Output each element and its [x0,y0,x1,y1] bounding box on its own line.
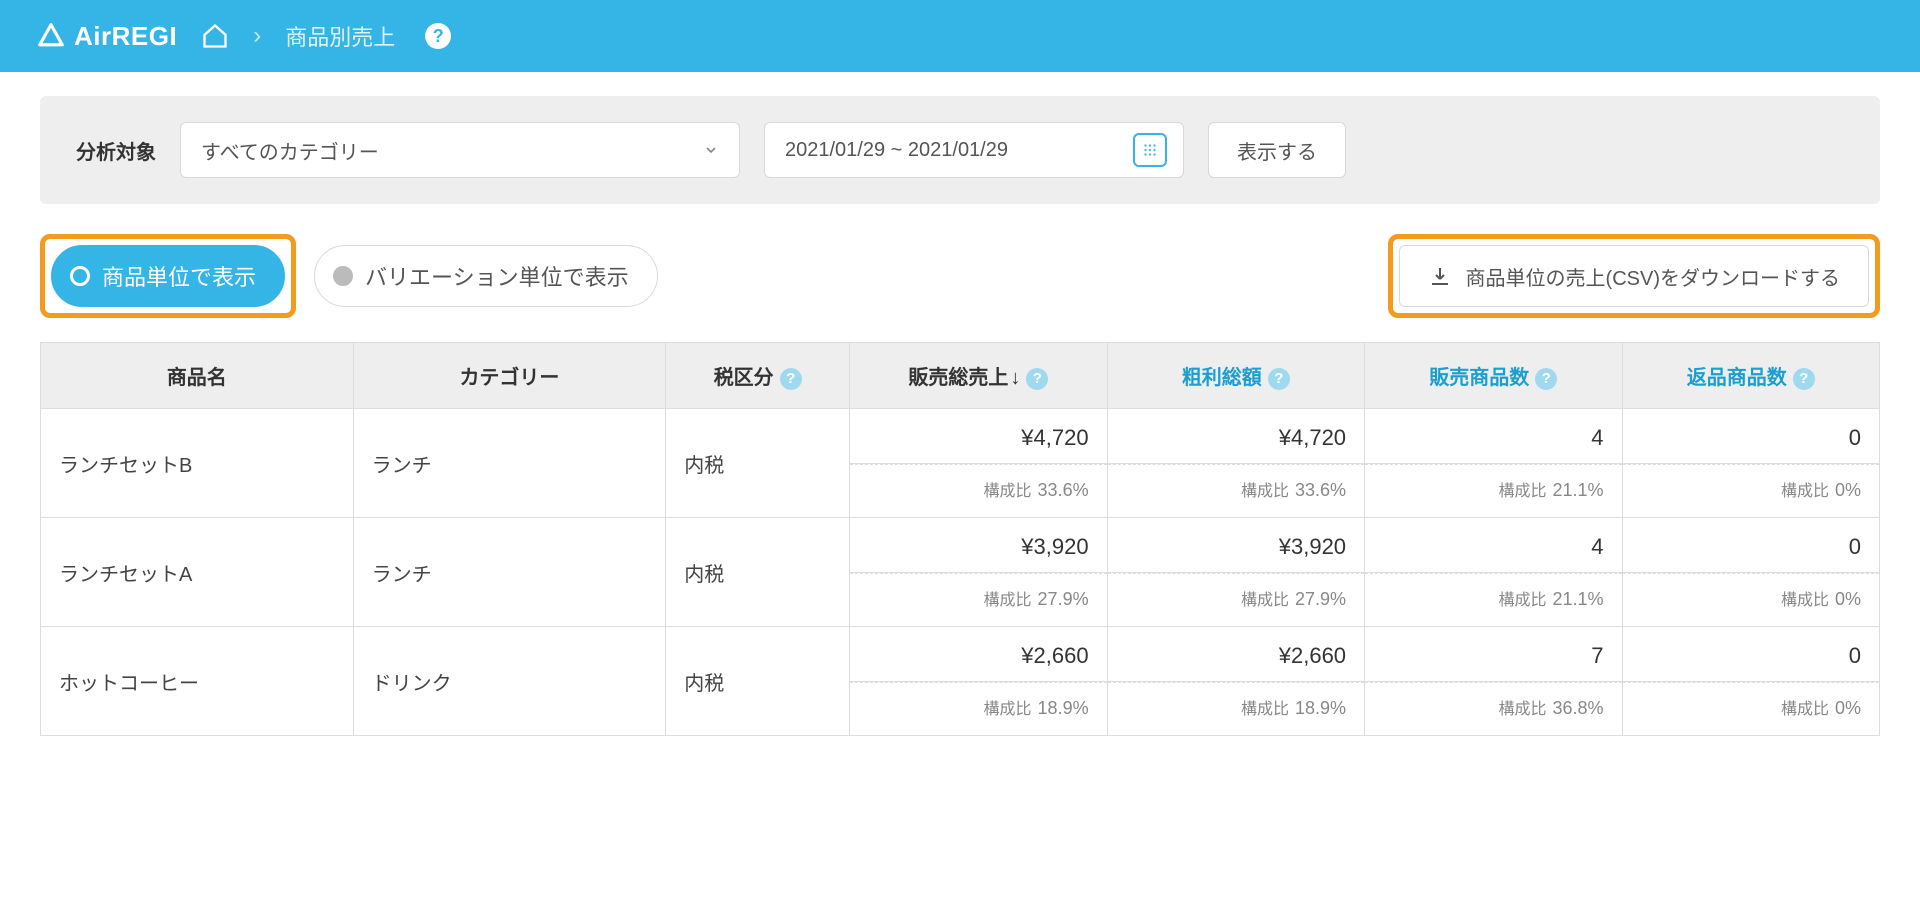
cell-profit: ¥2,660 [1108,627,1364,681]
cell-sales-ratio: 構成比33.6% [850,464,1106,517]
filter-bar: 分析対象 すべてのカテゴリー 2021/01/29 ~ 2021/01/29 表… [40,96,1880,204]
help-icon[interactable]: ? [1268,368,1290,390]
cell-tax: 内税 [666,409,850,518]
cell-sales-ratio: 構成比27.9% [850,573,1106,626]
help-icon[interactable]: ? [1793,368,1815,390]
cell-return-qty: 0 [1623,518,1880,572]
cell-sales-ratio: 構成比18.9% [850,682,1106,735]
toolbar: 商品単位で表示 バリエーション単位で表示 商品単位の売上(CSV)をダウンロード… [40,234,1880,318]
download-csv-button[interactable]: 商品単位の売上(CSV)をダウンロードする [1399,245,1869,307]
toggle-product-unit[interactable]: 商品単位で表示 [51,245,285,307]
sort-desc-icon: ↓ [1010,367,1020,389]
th-profit[interactable]: 粗利総額? [1107,343,1364,409]
sales-table: 商品名 カテゴリー 税区分? 販売総売上↓? 粗利総額? 販売商品数? 返品商品… [40,342,1880,736]
table-row: ホットコーヒードリンク内税¥2,660¥2,66070 [41,627,1880,682]
cell-return-qty: 0 [1623,627,1880,681]
cell-sold-ratio: 構成比36.8% [1365,682,1621,735]
help-icon[interactable]: ? [425,23,451,49]
help-icon[interactable]: ? [1535,368,1557,390]
toggle-variation-label: バリエーション単位で表示 [365,260,629,292]
cell-name: ランチセットA [41,518,354,627]
cell-sales: ¥2,660 [850,627,1106,681]
cell-sold-qty: 4 [1365,518,1621,572]
cell-sold-qty: 7 [1365,627,1621,681]
th-category[interactable]: カテゴリー [353,343,666,409]
toggle-product-label: 商品単位で表示 [102,260,256,292]
home-icon[interactable] [201,22,229,50]
date-range-picker[interactable]: 2021/01/29 ~ 2021/01/29 [764,122,1184,178]
filter-label: 分析対象 [76,136,156,165]
cell-profit: ¥4,720 [1108,409,1364,463]
th-sold-qty[interactable]: 販売商品数? [1365,343,1622,409]
logo-text: AirREGI [74,21,177,52]
cell-tax: 内税 [666,627,850,736]
th-return-qty[interactable]: 返品商品数? [1622,343,1880,409]
calendar-icon [1133,133,1167,167]
th-tax[interactable]: 税区分? [666,343,850,409]
cell-category: ランチ [353,409,666,518]
cell-profit-ratio: 構成比33.6% [1108,464,1364,517]
category-value: すべてのカテゴリー [201,136,379,165]
cell-sold-ratio: 構成比21.1% [1365,573,1621,626]
logo-icon [36,21,66,51]
cell-return-ratio: 構成比0% [1623,682,1880,735]
cell-profit: ¥3,920 [1108,518,1364,572]
breadcrumb-current: 商品別売上 [285,20,395,52]
cell-sales: ¥3,920 [850,518,1106,572]
cell-profit-ratio: 構成比27.9% [1108,573,1364,626]
highlight-product-toggle: 商品単位で表示 [40,234,296,318]
show-button[interactable]: 表示する [1208,122,1346,178]
help-icon[interactable]: ? [1026,368,1048,390]
cell-category: ランチ [353,518,666,627]
cell-name: ホットコーヒー [41,627,354,736]
chevron-down-icon [703,142,719,158]
cell-profit-ratio: 構成比18.9% [1108,682,1364,735]
cell-category: ドリンク [353,627,666,736]
date-range-value: 2021/01/29 ~ 2021/01/29 [785,139,1008,162]
download-label: 商品単位の売上(CSV)をダウンロードする [1466,262,1840,291]
cell-sold-qty: 4 [1365,409,1621,463]
app-header: AirREGI › 商品別売上 ? [0,0,1920,72]
cell-return-ratio: 構成比0% [1623,464,1880,517]
th-name[interactable]: 商品名 [41,343,354,409]
download-icon [1428,264,1452,288]
th-sales[interactable]: 販売総売上↓? [850,343,1107,409]
table-row: ランチセットBランチ内税¥4,720¥4,72040 [41,409,1880,464]
cell-return-qty: 0 [1623,409,1880,463]
highlight-download: 商品単位の売上(CSV)をダウンロードする [1388,234,1880,318]
cell-sales: ¥4,720 [850,409,1106,463]
cell-name: ランチセットB [41,409,354,518]
toggle-variation-unit[interactable]: バリエーション単位で表示 [314,245,658,307]
cell-tax: 内税 [666,518,850,627]
radio-icon [333,266,353,286]
cell-return-ratio: 構成比0% [1623,573,1880,626]
cell-sold-ratio: 構成比21.1% [1365,464,1621,517]
table-row: ランチセットAランチ内税¥3,920¥3,92040 [41,518,1880,573]
help-icon[interactable]: ? [780,368,802,390]
breadcrumb-separator-icon: › [253,22,261,50]
logo[interactable]: AirREGI [36,21,177,52]
radio-icon [70,266,90,286]
category-select[interactable]: すべてのカテゴリー [180,122,740,178]
